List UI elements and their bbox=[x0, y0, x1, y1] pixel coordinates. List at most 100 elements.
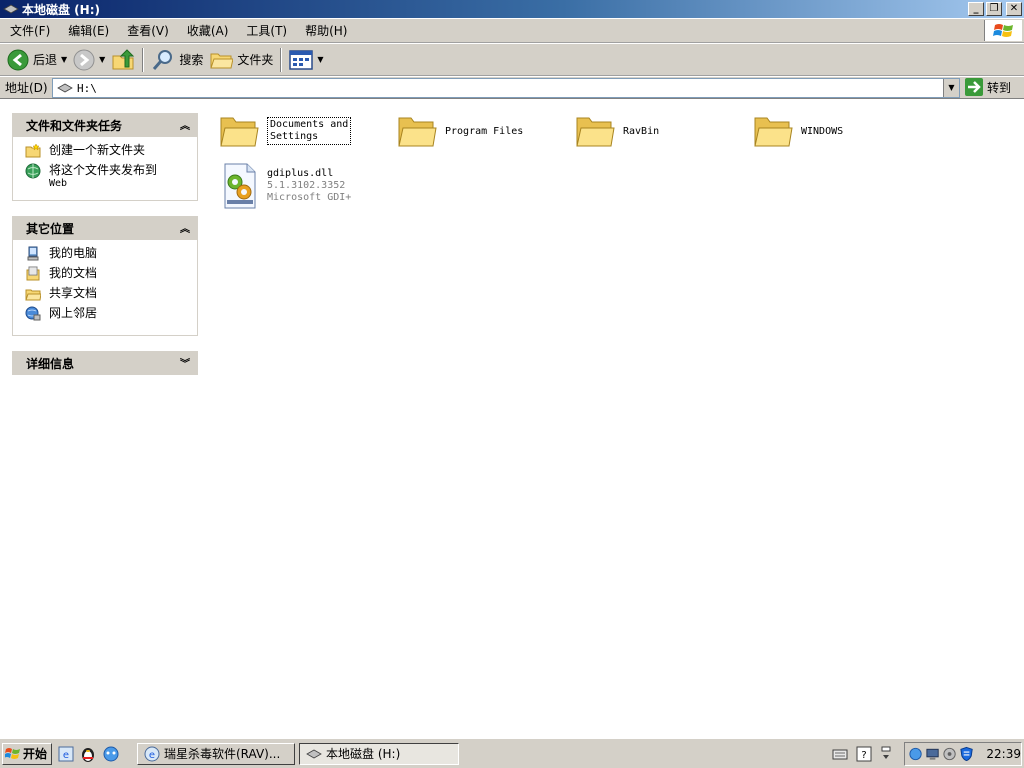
folder-name: WINDOWS bbox=[801, 125, 844, 137]
menu-edit[interactable]: 编辑(E) bbox=[62, 22, 115, 39]
folder-item[interactable]: Documents and Settings bbox=[219, 112, 352, 150]
search-button[interactable]: 搜索 bbox=[148, 46, 206, 74]
file-description: Microsoft GDI+ bbox=[267, 192, 352, 203]
task-new-folder[interactable]: 创建一个新文件夹 bbox=[25, 143, 197, 163]
details-header[interactable]: 详细信息 ︾ bbox=[12, 351, 198, 375]
menu-file[interactable]: 文件(F) bbox=[4, 22, 56, 39]
window-controls: _ ❐ ✕ bbox=[968, 2, 1022, 16]
close-button[interactable]: ✕ bbox=[1006, 2, 1022, 16]
folder-item[interactable]: RavBin bbox=[575, 112, 659, 150]
views-button[interactable]: ▼ bbox=[286, 46, 326, 74]
back-arrow-icon bbox=[7, 49, 29, 70]
options-icon[interactable] bbox=[880, 745, 892, 763]
title-bar[interactable]: 本地磁盘 (H:) _ ❐ ✕ bbox=[0, 0, 1024, 18]
network-tray-icon[interactable] bbox=[908, 746, 923, 762]
place-label: 我的电脑 bbox=[49, 246, 98, 260]
search-icon bbox=[153, 49, 173, 70]
file-info: gdiplus.dll 5.1.3102.3352 Microsoft GDI+ bbox=[267, 168, 351, 204]
folder-name: Documents and Settings bbox=[267, 117, 352, 145]
up-folder-button[interactable] bbox=[108, 46, 138, 74]
other-places-header[interactable]: 其它位置 ︽ bbox=[12, 216, 198, 240]
folder-name: RavBin bbox=[623, 125, 660, 137]
file-folder-tasks-header[interactable]: 文件和文件夹任务 ︽ bbox=[12, 113, 198, 137]
qq-penguin-icon[interactable] bbox=[80, 745, 96, 763]
address-label: 地址(D) bbox=[5, 81, 48, 95]
clock: 22:39 bbox=[986, 747, 1021, 761]
folders-label: 文件夹 bbox=[237, 53, 274, 67]
folder-icon bbox=[220, 117, 259, 147]
task-publish-web[interactable]: 将这个文件夹发布到 Web bbox=[25, 163, 197, 191]
file-name: gdiplus.dll bbox=[267, 168, 334, 179]
folders-button[interactable]: 文件夹 bbox=[206, 46, 276, 74]
folder-icon bbox=[210, 53, 234, 68]
task-label: 创建一个新文件夹 bbox=[49, 143, 146, 157]
go-button[interactable]: 转到 bbox=[965, 78, 1011, 96]
menu-view[interactable]: 查看(V) bbox=[121, 22, 175, 39]
expand-icon[interactable]: ︾ bbox=[180, 355, 190, 370]
back-button[interactable]: 后退 ▼ bbox=[4, 46, 70, 74]
menu-help[interactable]: 帮助(H) bbox=[299, 22, 353, 39]
minimize-button[interactable]: _ bbox=[968, 2, 984, 16]
toolbar-separator bbox=[142, 47, 145, 72]
new-folder-icon bbox=[25, 143, 41, 158]
shared-documents-icon bbox=[25, 289, 41, 301]
back-dropdown-icon[interactable]: ▼ bbox=[61, 55, 67, 64]
folder-icon bbox=[754, 117, 793, 147]
antivirus-tray-icon[interactable] bbox=[959, 746, 974, 762]
monitor-tray-icon[interactable] bbox=[925, 746, 940, 762]
my-computer-icon bbox=[27, 246, 39, 261]
folder-icon bbox=[398, 117, 437, 147]
back-label: 后退 bbox=[33, 53, 58, 67]
volume-tray-icon[interactable] bbox=[942, 746, 957, 762]
file-item[interactable]: gdiplus.dll 5.1.3102.3352 Microsoft GDI+ bbox=[221, 162, 351, 210]
my-documents-icon bbox=[26, 266, 40, 281]
window-title: 本地磁盘 (H:) bbox=[22, 2, 100, 17]
task-label: 将这个文件夹发布到 bbox=[49, 163, 158, 177]
other-places-panel: 其它位置 ︽ 我的电脑 我的文档 共享文档 网上邻居 bbox=[12, 216, 198, 336]
task-sublabel: Web bbox=[49, 178, 68, 189]
start-button[interactable]: 开始 bbox=[2, 742, 53, 765]
messenger-icon[interactable] bbox=[102, 746, 120, 762]
address-dropdown-icon[interactable]: ▼ bbox=[943, 79, 959, 97]
folder-item[interactable]: Program Files bbox=[397, 112, 523, 150]
toolbar-separator bbox=[280, 47, 283, 72]
svg-text:e: e bbox=[149, 750, 155, 761]
start-label: 开始 bbox=[23, 747, 48, 761]
taskbar-task-explorer[interactable]: 本地磁盘 (H:) bbox=[299, 742, 459, 765]
system-tray: 22:39 bbox=[904, 742, 1022, 766]
quick-launch: e bbox=[58, 745, 120, 763]
folder-name-line: Documents and bbox=[270, 119, 349, 130]
details-panel: 详细信息 ︾ bbox=[12, 351, 198, 375]
place-my-documents[interactable]: 我的文档 bbox=[25, 266, 197, 286]
menu-tools[interactable]: 工具(T) bbox=[240, 22, 293, 39]
place-label: 网上邻居 bbox=[49, 306, 98, 320]
collapse-icon[interactable]: ︽ bbox=[180, 220, 190, 235]
views-dropdown-icon[interactable]: ▼ bbox=[317, 55, 323, 64]
windows-logo-icon bbox=[984, 20, 1022, 41]
collapse-icon[interactable]: ︽ bbox=[180, 117, 190, 132]
place-my-computer[interactable]: 我的电脑 bbox=[25, 246, 197, 266]
address-input[interactable]: H:\ ▼ bbox=[52, 78, 960, 98]
forward-dropdown-icon[interactable]: ▼ bbox=[99, 55, 105, 64]
forward-button[interactable]: ▼ bbox=[70, 46, 108, 74]
folder-name-line: Settings bbox=[270, 131, 319, 142]
taskbar-task-rav[interactable]: e 瑞星杀毒软件(RAV)... bbox=[137, 742, 295, 765]
folder-name: Program Files bbox=[445, 125, 524, 137]
maximize-button[interactable]: ❐ bbox=[986, 2, 1002, 16]
up-folder-icon bbox=[112, 48, 135, 69]
drive-icon bbox=[3, 4, 19, 14]
help-icon[interactable]: ? bbox=[856, 746, 872, 762]
task-pane: 文件和文件夹任务 ︽ 创建一个新文件夹 将这个文件夹发布到 Web 其它位置 ︽… bbox=[0, 100, 205, 738]
ie-icon[interactable]: e bbox=[58, 746, 74, 762]
folder-item[interactable]: WINDOWS bbox=[753, 112, 843, 150]
keyboard-icon[interactable] bbox=[832, 747, 848, 761]
forward-arrow-icon bbox=[73, 49, 95, 70]
place-shared-documents[interactable]: 共享文档 bbox=[25, 286, 197, 306]
panel-title: 文件和文件夹任务 bbox=[26, 118, 123, 133]
address-value: H:\ bbox=[77, 81, 97, 95]
place-network[interactable]: 网上邻居 bbox=[25, 306, 197, 326]
menu-favorites[interactable]: 收藏(A) bbox=[181, 22, 235, 39]
go-label: 转到 bbox=[987, 80, 1012, 95]
views-icon bbox=[289, 49, 314, 70]
panel-title: 其它位置 bbox=[26, 221, 75, 236]
